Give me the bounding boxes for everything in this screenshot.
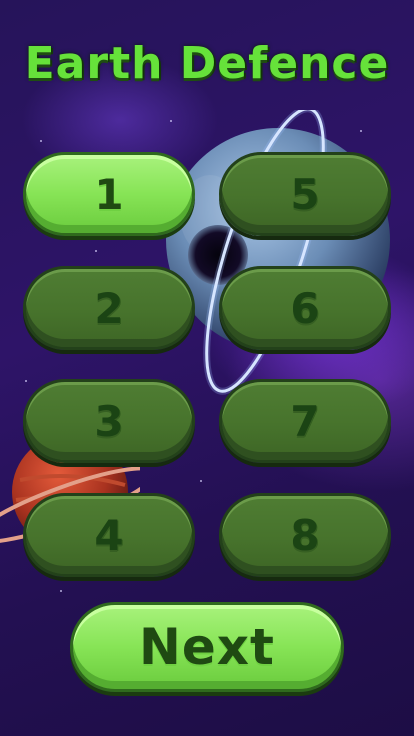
level-8-label: 8	[290, 510, 320, 560]
next-label: Next	[139, 618, 275, 676]
level-1-button[interactable]: 1	[23, 152, 195, 236]
game-title: Earth Defence	[24, 38, 390, 89]
next-button[interactable]: Next	[70, 602, 344, 692]
star	[95, 250, 97, 252]
level-3-button[interactable]: 3	[23, 379, 195, 463]
level-8-button[interactable]: 8	[219, 493, 391, 577]
star	[25, 380, 27, 382]
level-1-label: 1	[94, 169, 124, 219]
level-6-label: 6	[290, 283, 320, 333]
star	[60, 590, 62, 592]
level-4-button[interactable]: 4	[23, 493, 195, 577]
level-2-button[interactable]: 2	[23, 266, 195, 350]
level-2-label: 2	[94, 283, 124, 333]
level-5-button[interactable]: 5	[219, 152, 391, 236]
level-6-button[interactable]: 6	[219, 266, 391, 350]
star	[200, 480, 202, 482]
level-4-label: 4	[94, 510, 124, 560]
level-3-label: 3	[94, 396, 124, 446]
level-7-label: 7	[290, 396, 320, 446]
star	[40, 140, 42, 142]
level-7-button[interactable]: 7	[219, 379, 391, 463]
level-5-label: 5	[290, 169, 320, 219]
